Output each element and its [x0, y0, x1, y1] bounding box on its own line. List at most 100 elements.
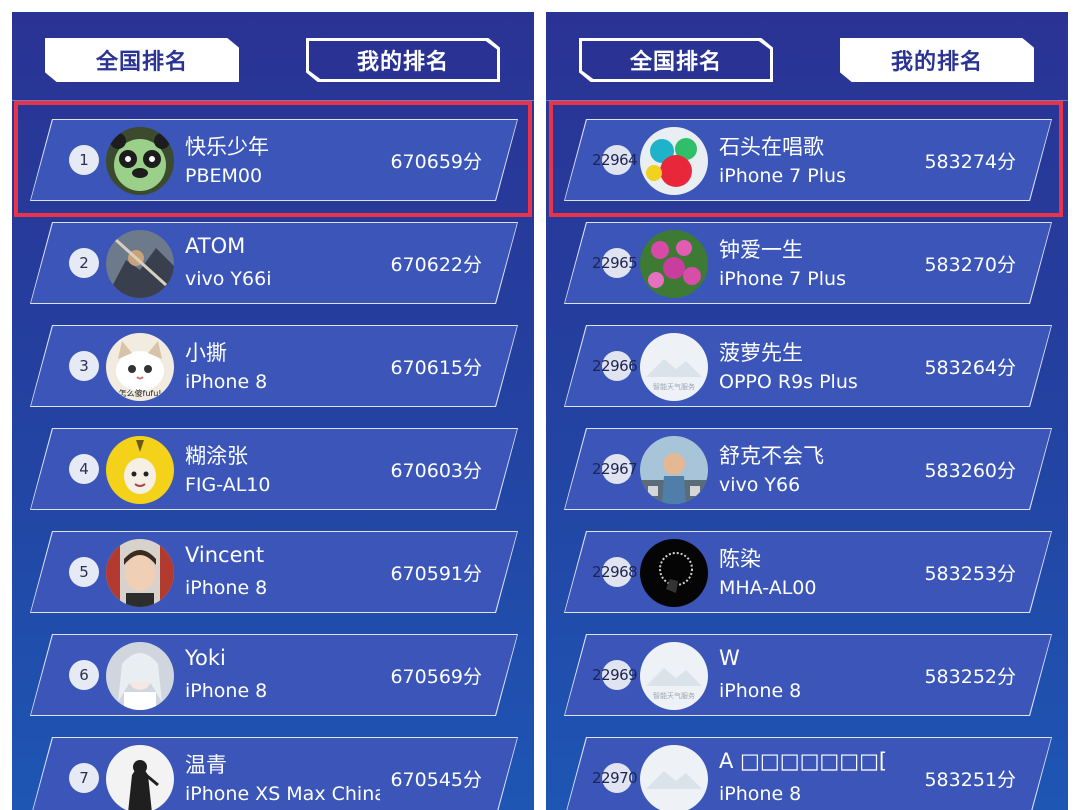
cat-avatar: 怎么傻fufu! [106, 333, 174, 401]
rank-number: 22969 [592, 666, 638, 684]
player-name: Vincent [185, 543, 265, 567]
default-avatar-caption: 智能天气服务 [653, 382, 695, 391]
player-name: 糊涂张 [185, 444, 248, 468]
cartoon-avatar [640, 436, 708, 504]
player-name: W [719, 646, 740, 670]
banana-hood-avatar [106, 436, 174, 504]
player-score: 670569分 [390, 666, 482, 688]
list-item[interactable]: 5 Vincent iPhone 8 670591分 [12, 527, 534, 615]
list-item[interactable]: 6 Yoki iPhone 8 670569分 [12, 630, 534, 718]
player-device: iPhone 7 Plus [719, 268, 846, 290]
list-item[interactable]: 7 温青 iPhone XS Max China 670545分 [12, 733, 534, 810]
list-item[interactable]: 22969 智能天气服务 W iPhone 8 583252分 [546, 630, 1068, 718]
player-name: 钟爱一生 [719, 238, 803, 262]
player-score: 670545分 [390, 769, 482, 791]
cat-avatar-caption: 怎么傻fufu! [119, 388, 162, 398]
dark-ring-avatar [640, 539, 708, 607]
player-device: iPhone XS Max China [185, 783, 380, 805]
player-device: vivo Y66i [185, 268, 272, 290]
player-name: 石头在唱歌 [719, 135, 824, 159]
list-item[interactable]: 22964 石头在唱歌 iPhone 7 Plus 583274分 [546, 115, 1068, 203]
panda-avatar [106, 127, 174, 195]
rank-number: 22967 [592, 460, 638, 478]
player-device: OPPO R9s Plus [719, 371, 858, 393]
default-avatar-caption: 智能天气服务 [653, 691, 695, 700]
player-name: 陈染 [719, 547, 761, 571]
player-score: 583260分 [924, 460, 1016, 482]
list-item[interactable]: 3 怎么傻fufu! 小撕 iPhone 8 670615分 [12, 321, 534, 409]
tab-my-label: 我的排名 [890, 50, 983, 75]
player-score: 583270分 [924, 254, 1016, 276]
default-avatar: 智能天气服务 [640, 642, 708, 710]
rank-badge: 4 [69, 454, 99, 484]
list-item[interactable]: 22967 舒克不会飞 vivo Y66 583260分 [546, 424, 1068, 512]
rank-number: 22964 [592, 151, 638, 169]
list-item[interactable]: 1 快乐少年 PBEM00 670659分 [12, 115, 534, 203]
rank-badge: 22965 [592, 248, 638, 278]
tab-national-label: 全国排名 [629, 50, 722, 75]
tab-my-ranking[interactable]: 我的排名 [840, 38, 1034, 82]
list-item[interactable]: 22966 智能天气服务 菠萝先生 OPPO R9s Plus 583264分 [546, 321, 1068, 409]
costume-avatar [106, 642, 174, 710]
tab-national-ranking[interactable]: 全国排名 [45, 38, 239, 82]
player-name: 菠萝先生 [719, 341, 803, 365]
list-item[interactable]: 22970 A □□□□□□□[ iPhone 8 583251分 [546, 733, 1068, 810]
tab-national-label: 全国排名 [95, 50, 188, 75]
tab-national-ranking[interactable]: 全国排名 [579, 38, 773, 82]
rank-badge: 22968 [592, 557, 638, 587]
rank-badge: 22969 [592, 660, 638, 690]
tabs-divider [546, 100, 1068, 101]
tab-my-label: 我的排名 [356, 50, 449, 75]
rank-number: 22965 [592, 254, 638, 272]
balloons-avatar [640, 127, 708, 195]
player-score: 670603分 [390, 460, 482, 482]
player-score: 670659分 [390, 151, 482, 173]
rank-badge: 22966 [592, 351, 638, 381]
rank-badge: 7 [69, 763, 99, 793]
player-device: iPhone 8 [185, 371, 268, 393]
player-score: 583251分 [924, 769, 1016, 791]
rank-badge: 2 [69, 248, 99, 278]
list-item[interactable]: 22968 陈染 MHA-AL00 583253分 [546, 527, 1068, 615]
boy-photo-avatar [106, 539, 174, 607]
player-score: 670591分 [390, 563, 482, 585]
player-device: MHA-AL00 [719, 577, 817, 599]
list-item[interactable]: 2 ATOM vivo Y66i 670622分 [12, 218, 534, 306]
player-device: iPhone 8 [185, 680, 268, 702]
tabs-divider [12, 100, 534, 101]
player-score: 670622分 [390, 254, 482, 276]
screenshot-comparison: 全国排名 我的排名 1 快乐少年 PBEM00 670659分 2 ATOM v… [0, 0, 1080, 810]
rank-badge: 22970 [592, 763, 638, 793]
default-avatar: 智能天气服务 [640, 333, 708, 401]
ranking-tabs: 全国排名 我的排名 [546, 12, 1068, 100]
player-score: 670615分 [390, 357, 482, 379]
player-score: 583264分 [924, 357, 1016, 379]
rank-badge: 22964 [592, 145, 638, 175]
rank-number: 22970 [592, 769, 638, 787]
tab-my-ranking[interactable]: 我的排名 [306, 38, 500, 82]
player-name: A □□□□□□□[ [719, 749, 888, 773]
player-device: iPhone 8 [185, 577, 268, 599]
player-device: iPhone 7 Plus [719, 165, 846, 187]
player-name: 温青 [185, 753, 227, 777]
list-item[interactable]: 4 糊涂张 FIG-AL10 670603分 [12, 424, 534, 512]
rank-badge: 3 [69, 351, 99, 381]
player-device: vivo Y66 [719, 474, 801, 496]
player-device: iPhone 8 [719, 680, 802, 702]
player-name: 小撕 [185, 341, 227, 365]
warrior-avatar [106, 230, 174, 298]
rank-badge: 22967 [592, 454, 638, 484]
default-avatar [640, 745, 708, 810]
player-score: 583252分 [924, 666, 1016, 688]
rank-badge: 5 [69, 557, 99, 587]
rank-number: 22966 [592, 357, 638, 375]
player-score: 583253分 [924, 563, 1016, 585]
player-device: PBEM00 [185, 165, 263, 187]
player-device: FIG-AL10 [185, 474, 271, 496]
rank-badge: 6 [69, 660, 99, 690]
player-name: ATOM [185, 234, 246, 258]
list-item[interactable]: 22965 钟爱一生 iPhone 7 Plus 583270分 [546, 218, 1068, 306]
player-name: 舒克不会飞 [719, 444, 824, 468]
silhouette-avatar [106, 745, 174, 810]
player-name: 快乐少年 [185, 135, 269, 159]
